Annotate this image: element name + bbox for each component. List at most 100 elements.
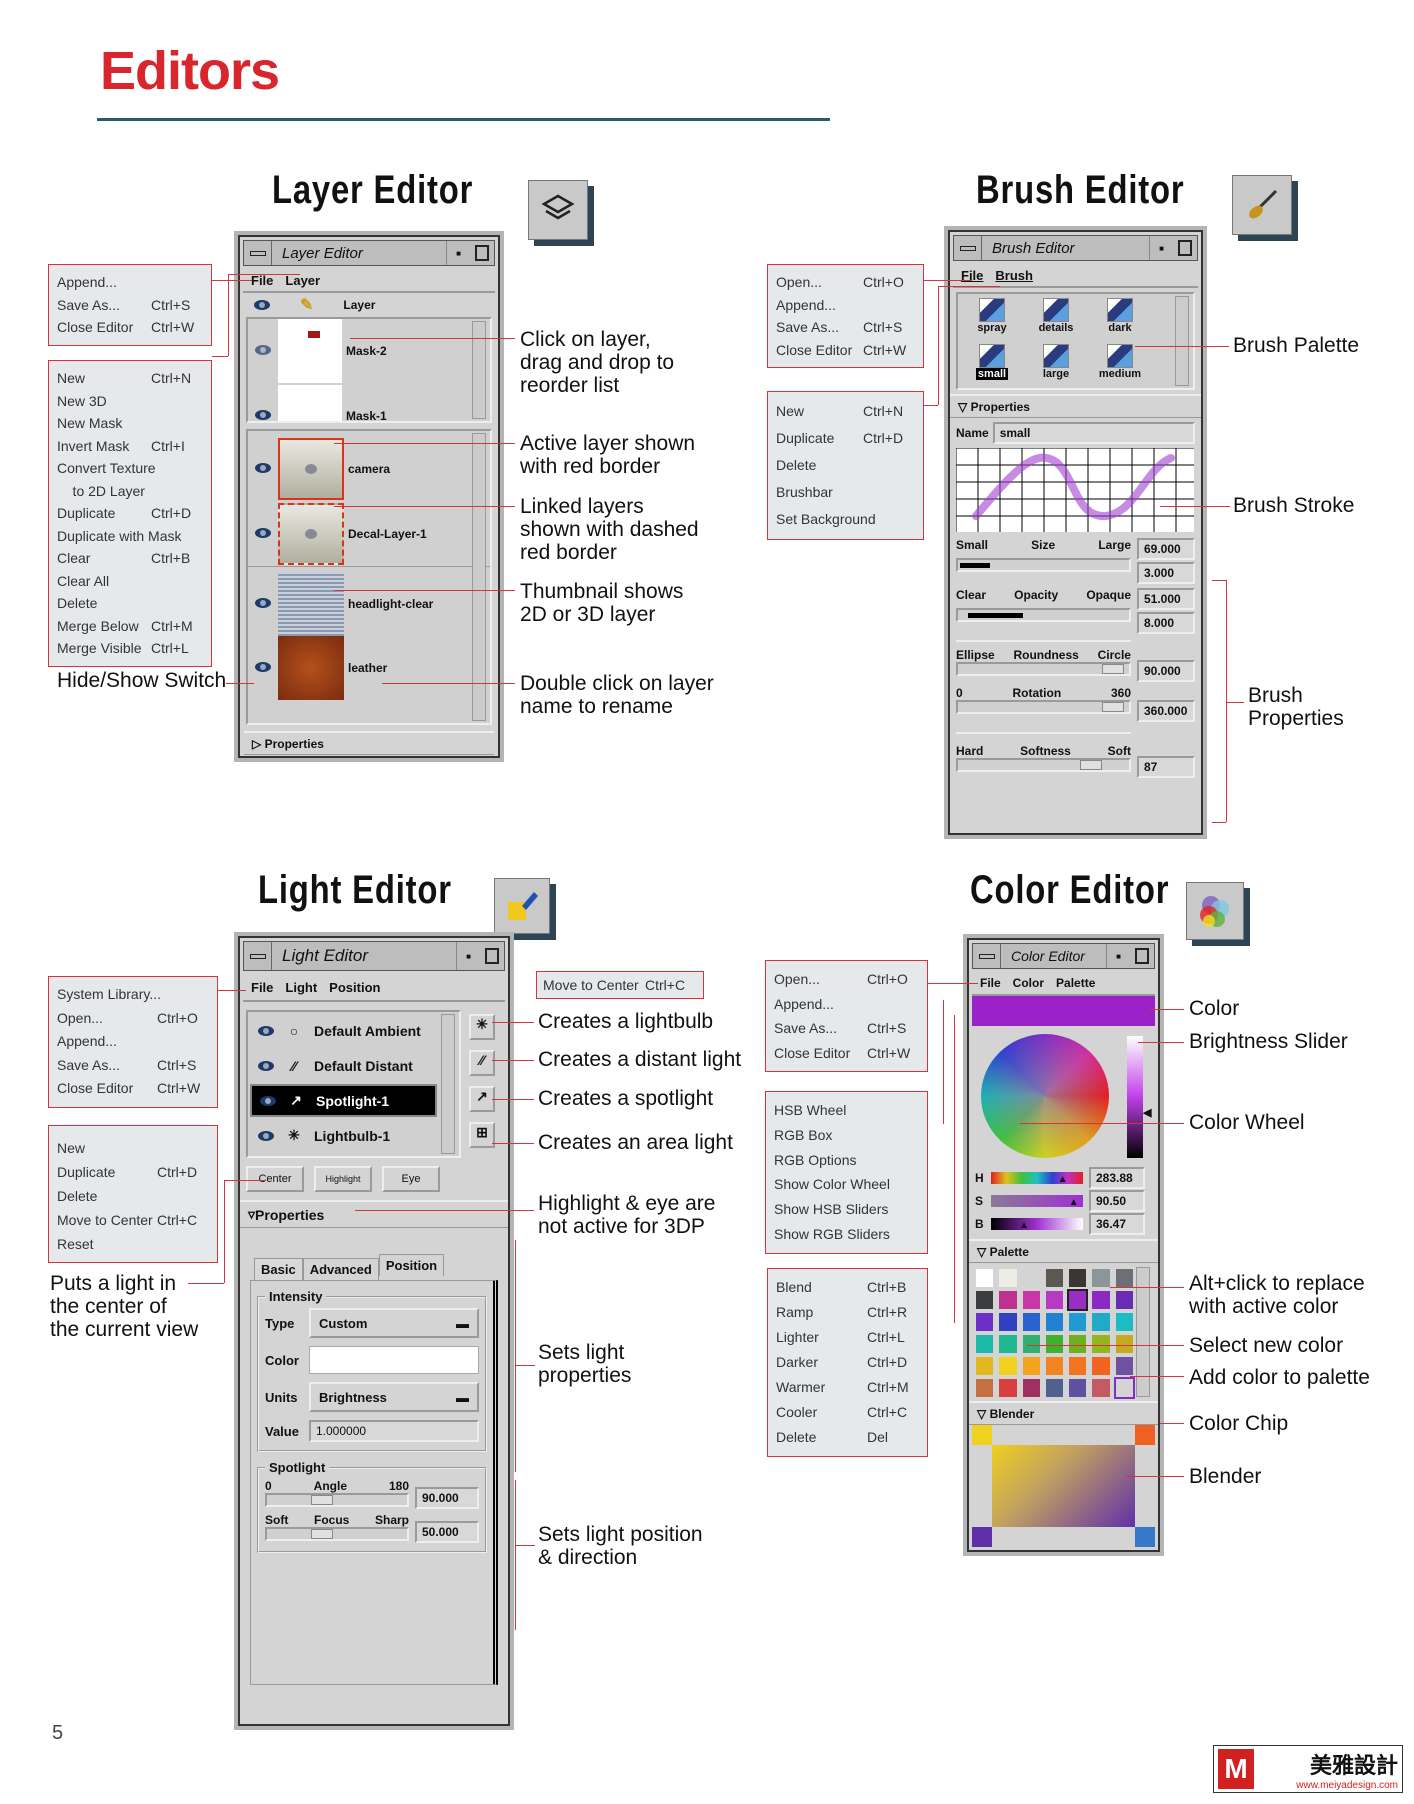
maximize-button[interactable] bbox=[470, 241, 494, 265]
scrollbar[interactable] bbox=[1175, 296, 1189, 386]
light-row[interactable]: ↗ Spotlight-1 bbox=[250, 1084, 437, 1117]
brush-preset[interactable]: details bbox=[1024, 298, 1088, 344]
brush-preset[interactable]: dark bbox=[1088, 298, 1152, 344]
color-chip[interactable] bbox=[972, 1527, 992, 1547]
brush-preset[interactable]: spray bbox=[960, 298, 1024, 344]
add-color-slot[interactable] bbox=[1113, 1377, 1136, 1399]
menu-item[interactable]: RGB Options bbox=[774, 1148, 919, 1173]
menu-brush[interactable]: Brush bbox=[995, 268, 1033, 283]
layer-name[interactable]: headlight-clear bbox=[348, 597, 433, 611]
palette-swatch[interactable] bbox=[1115, 1313, 1133, 1331]
palette-swatch[interactable] bbox=[999, 1379, 1017, 1397]
palette-swatch[interactable] bbox=[999, 1335, 1017, 1353]
color-chip[interactable] bbox=[1135, 1425, 1155, 1445]
title-bar[interactable]: Light Editor ■ bbox=[243, 941, 505, 971]
menu-item[interactable]: Delete bbox=[776, 452, 915, 479]
eye-icon[interactable] bbox=[260, 1095, 276, 1106]
hsb-value-field[interactable]: 283.88 bbox=[1089, 1166, 1145, 1189]
center-button[interactable]: Center bbox=[246, 1166, 304, 1192]
menu-file[interactable]: File bbox=[251, 980, 273, 995]
menu-light[interactable]: Light bbox=[285, 980, 317, 995]
menu-item[interactable]: New Ctrl+N bbox=[776, 398, 915, 425]
brightness-slider[interactable] bbox=[1127, 1036, 1143, 1158]
softness-slider[interactable] bbox=[956, 758, 1131, 772]
palette-swatch[interactable] bbox=[1045, 1379, 1064, 1397]
opacity-min-field[interactable]: 8.000 bbox=[1137, 612, 1195, 634]
palette-swatch[interactable] bbox=[1115, 1357, 1133, 1375]
menu-item[interactable]: Duplicate Ctrl+D bbox=[57, 502, 203, 525]
angle-field[interactable]: 90.000 bbox=[415, 1487, 479, 1509]
minimize-button[interactable]: ■ bbox=[456, 942, 480, 970]
menu-item[interactable]: New Ctrl+N bbox=[57, 367, 203, 390]
scrollbar[interactable] bbox=[441, 1014, 455, 1154]
menu-item[interactable]: New 3D bbox=[57, 390, 203, 413]
opacity-max-field[interactable]: 51.000 bbox=[1137, 588, 1195, 610]
eye-icon[interactable] bbox=[258, 1060, 274, 1071]
active-color-bar[interactable] bbox=[972, 996, 1155, 1026]
palette-swatch[interactable] bbox=[1115, 1335, 1133, 1353]
palette-swatch[interactable] bbox=[976, 1291, 994, 1309]
color-swatch-field[interactable] bbox=[309, 1346, 479, 1374]
menu-item[interactable]: HSB Wheel bbox=[774, 1098, 919, 1123]
maximize-button[interactable] bbox=[1173, 236, 1197, 260]
hsb-value-field[interactable]: 36.47 bbox=[1089, 1212, 1145, 1235]
light-row[interactable]: ○ Default Ambient bbox=[250, 1014, 437, 1047]
eye-button[interactable]: Eye bbox=[382, 1166, 440, 1192]
color-chip[interactable] bbox=[972, 1425, 992, 1445]
menu-item[interactable]: Ramp Ctrl+R bbox=[776, 1300, 919, 1325]
menu-item[interactable]: Save As... Ctrl+S bbox=[776, 316, 915, 339]
palette-swatch[interactable] bbox=[999, 1313, 1017, 1331]
maximize-button[interactable] bbox=[480, 942, 504, 970]
focus-slider[interactable] bbox=[265, 1527, 409, 1541]
menu-item[interactable]: New bbox=[57, 1136, 209, 1160]
mask-name[interactable]: Mask-1 bbox=[346, 409, 387, 421]
menu-color[interactable]: Color bbox=[1013, 976, 1044, 990]
palette-swatch[interactable] bbox=[1069, 1357, 1087, 1375]
blender-toggle[interactable]: ▽ Blender bbox=[969, 1401, 1158, 1425]
menu-item[interactable]: Open... Ctrl+O bbox=[57, 1007, 209, 1031]
eye-icon[interactable] bbox=[255, 463, 271, 473]
scrollbar[interactable] bbox=[472, 433, 486, 721]
eye-icon[interactable] bbox=[255, 598, 271, 608]
title-bar[interactable]: Brush Editor ■ bbox=[953, 235, 1198, 261]
palette-swatch[interactable] bbox=[976, 1269, 994, 1287]
type-dropdown[interactable]: Custom ▬ bbox=[309, 1308, 479, 1338]
hsb-slider[interactable]: ▲ bbox=[991, 1217, 1083, 1231]
menu-item[interactable]: Duplicate Ctrl+D bbox=[776, 425, 915, 452]
menu-item[interactable]: New Mask bbox=[57, 412, 203, 435]
menu-item[interactable]: Reset bbox=[57, 1232, 209, 1256]
size-max-field[interactable]: 69.000 bbox=[1137, 538, 1195, 560]
eye-icon[interactable] bbox=[258, 1025, 274, 1036]
menu-item[interactable]: Move to Center Ctrl+C bbox=[543, 974, 697, 996]
eye-icon[interactable] bbox=[255, 410, 271, 420]
properties-toggle[interactable]: ▽ Properties bbox=[950, 394, 1201, 418]
menu-item[interactable]: Invert Mask Ctrl+I bbox=[57, 435, 203, 458]
minimize-button[interactable]: ■ bbox=[1149, 236, 1173, 260]
palette-swatch[interactable] bbox=[1069, 1313, 1087, 1331]
layer-row[interactable]: headlight-clear bbox=[248, 567, 490, 636]
palette-swatch[interactable] bbox=[1115, 1291, 1133, 1309]
menu-item[interactable]: Cooler Ctrl+C bbox=[776, 1400, 919, 1425]
menu-file[interactable]: File bbox=[980, 976, 1001, 990]
window-menu-button[interactable] bbox=[244, 942, 272, 970]
title-bar[interactable]: Layer Editor ■ bbox=[243, 240, 495, 266]
brush-icon[interactable] bbox=[1232, 175, 1292, 235]
menu-item[interactable]: Move to Center Ctrl+C bbox=[57, 1208, 209, 1232]
menu-item[interactable]: Save As... Ctrl+S bbox=[57, 1054, 209, 1078]
menu-item[interactable]: Clear All bbox=[57, 570, 203, 593]
palette-swatch[interactable] bbox=[1069, 1269, 1087, 1287]
light-row[interactable]: ⁄⁄ Default Distant bbox=[250, 1049, 437, 1082]
palette-swatch[interactable] bbox=[999, 1357, 1017, 1375]
palette-toggle[interactable]: ▽ Palette bbox=[969, 1239, 1158, 1263]
menu-item[interactable]: Show Color Wheel bbox=[774, 1172, 919, 1197]
palette-swatch[interactable] bbox=[1092, 1269, 1110, 1287]
menu-item[interactable]: RGB Box bbox=[774, 1123, 919, 1148]
palette-swatch[interactable] bbox=[1092, 1313, 1110, 1331]
hsb-slider[interactable]: ▲ bbox=[991, 1171, 1083, 1185]
palette-swatch[interactable] bbox=[999, 1269, 1017, 1287]
palette-swatch[interactable] bbox=[1115, 1269, 1133, 1287]
size-slider[interactable] bbox=[956, 558, 1131, 572]
name-field[interactable]: small bbox=[992, 422, 1195, 444]
layer-row[interactable]: leather bbox=[248, 635, 490, 701]
palette-swatch[interactable] bbox=[976, 1379, 994, 1397]
